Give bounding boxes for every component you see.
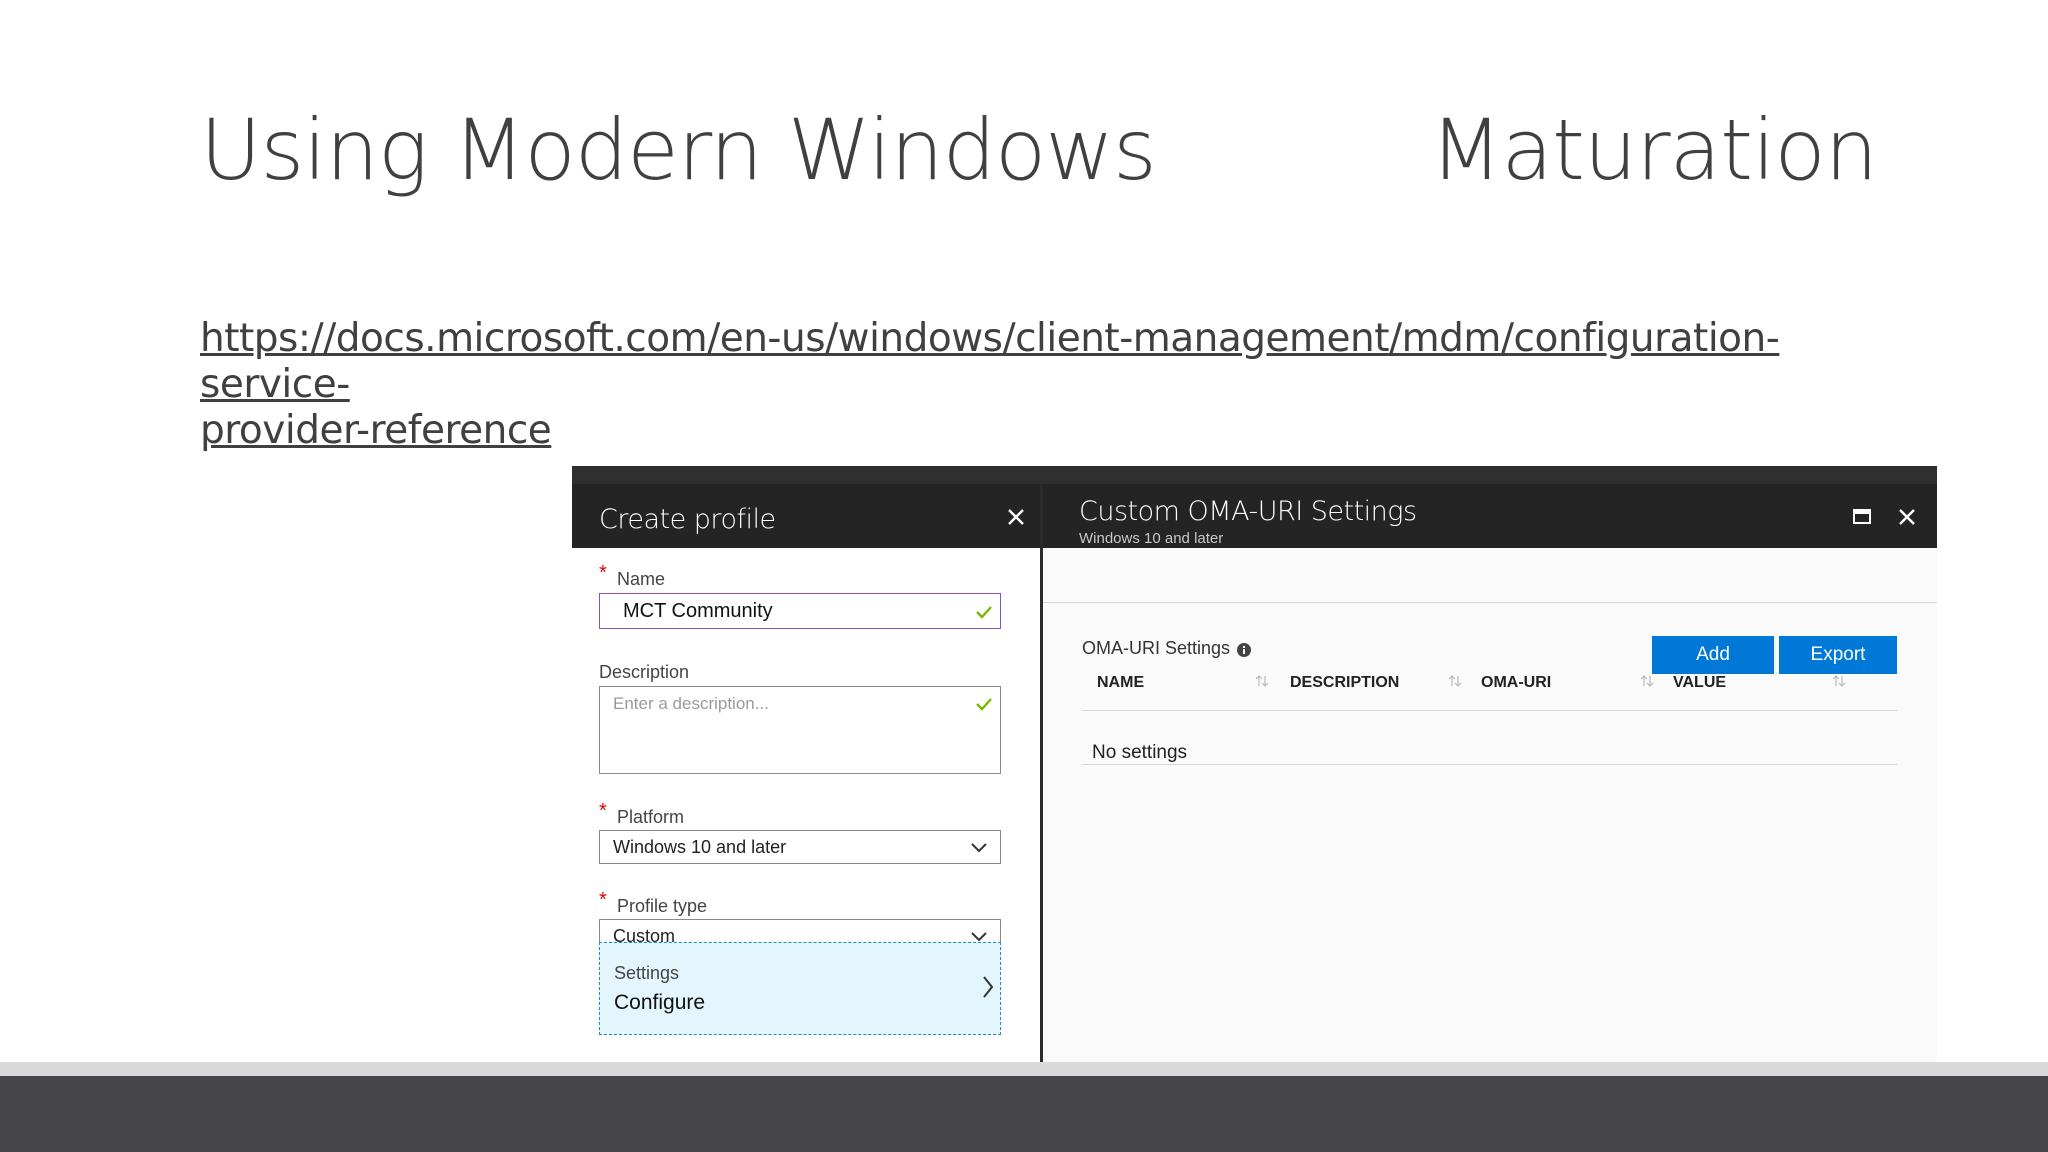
export-button[interactable]: Export xyxy=(1779,636,1897,674)
footer-bar xyxy=(0,1076,2048,1152)
close-icon[interactable] xyxy=(1896,506,1918,528)
reference-link[interactable]: https://docs.microsoft.com/en-us/windows… xyxy=(200,316,1840,454)
info-icon[interactable] xyxy=(1236,642,1252,658)
sort-icon[interactable] xyxy=(1640,674,1654,688)
create-profile-header: Create profile xyxy=(572,484,1040,548)
settings-configure-card[interactable]: Settings Configure xyxy=(599,942,1001,1035)
name-field-value: MCT Community xyxy=(623,600,773,622)
close-icon[interactable] xyxy=(1005,506,1027,528)
top-strip xyxy=(572,466,1937,484)
slide-title-right: Maturation xyxy=(1430,101,1878,199)
sort-icon[interactable] xyxy=(1255,674,1269,688)
column-header-name[interactable]: NAME xyxy=(1097,674,1144,692)
slide-title-left: Using Modern Windows xyxy=(200,101,1157,199)
platform-select[interactable]: Windows 10 and later xyxy=(599,830,1001,864)
name-label: Name xyxy=(617,569,666,589)
reference-link-line2[interactable]: provider-reference xyxy=(200,408,1840,454)
oma-uri-title: Custom OMA-URI Settings xyxy=(1079,496,1417,527)
description-field[interactable]: Enter a description... xyxy=(599,686,1001,774)
table-bottom-separator xyxy=(1082,764,1897,765)
oma-uri-subtitle: Windows 10 and later xyxy=(1079,530,1224,547)
required-marker: * xyxy=(599,562,607,584)
sort-icon[interactable] xyxy=(1448,674,1462,688)
settings-label: Settings xyxy=(614,963,680,983)
settings-value: Configure xyxy=(614,991,706,1014)
required-marker: * xyxy=(599,800,607,822)
reference-link-line1[interactable]: https://docs.microsoft.com/en-us/windows… xyxy=(200,316,1840,408)
create-profile-title: Create profile xyxy=(599,504,776,535)
table-empty-message: No settings xyxy=(1092,742,1188,763)
table-header-separator xyxy=(1082,710,1897,711)
name-field[interactable]: MCT Community xyxy=(599,593,1001,629)
sort-icon[interactable] xyxy=(1832,674,1846,688)
chevron-down-icon xyxy=(971,843,987,853)
oma-uri-panel: OMA-URI Settings Add Export NAME DESCRIP… xyxy=(1043,548,1937,1102)
footer-accent-line xyxy=(0,1062,2048,1076)
column-header-description[interactable]: DESCRIPTION xyxy=(1290,674,1399,692)
platform-select-value: Windows 10 and later xyxy=(613,837,787,857)
description-label: Description xyxy=(599,662,690,682)
chevron-right-icon xyxy=(983,976,994,998)
panel-top-separator xyxy=(1043,602,1937,603)
platform-label: Platform xyxy=(617,807,685,827)
maximize-icon[interactable] xyxy=(1851,506,1873,528)
valid-check-icon xyxy=(976,606,992,619)
portal-screenshot: Create profile Custom OMA-URI Settings W… xyxy=(572,466,1937,1102)
add-button[interactable]: Add xyxy=(1652,636,1774,674)
oma-uri-section-label: OMA-URI Settings xyxy=(1082,638,1231,658)
profile-type-label: Profile type xyxy=(617,896,708,916)
oma-uri-header: Custom OMA-URI Settings Windows 10 and l… xyxy=(1043,484,1937,548)
column-header-value[interactable]: VALUE xyxy=(1673,674,1726,692)
description-placeholder: Enter a description... xyxy=(613,694,769,713)
required-marker: * xyxy=(599,889,607,911)
valid-check-icon xyxy=(976,698,992,711)
create-profile-form: * Name MCT Community Description Enter a… xyxy=(572,548,1040,1102)
column-header-oma-uri[interactable]: OMA-URI xyxy=(1481,674,1551,692)
